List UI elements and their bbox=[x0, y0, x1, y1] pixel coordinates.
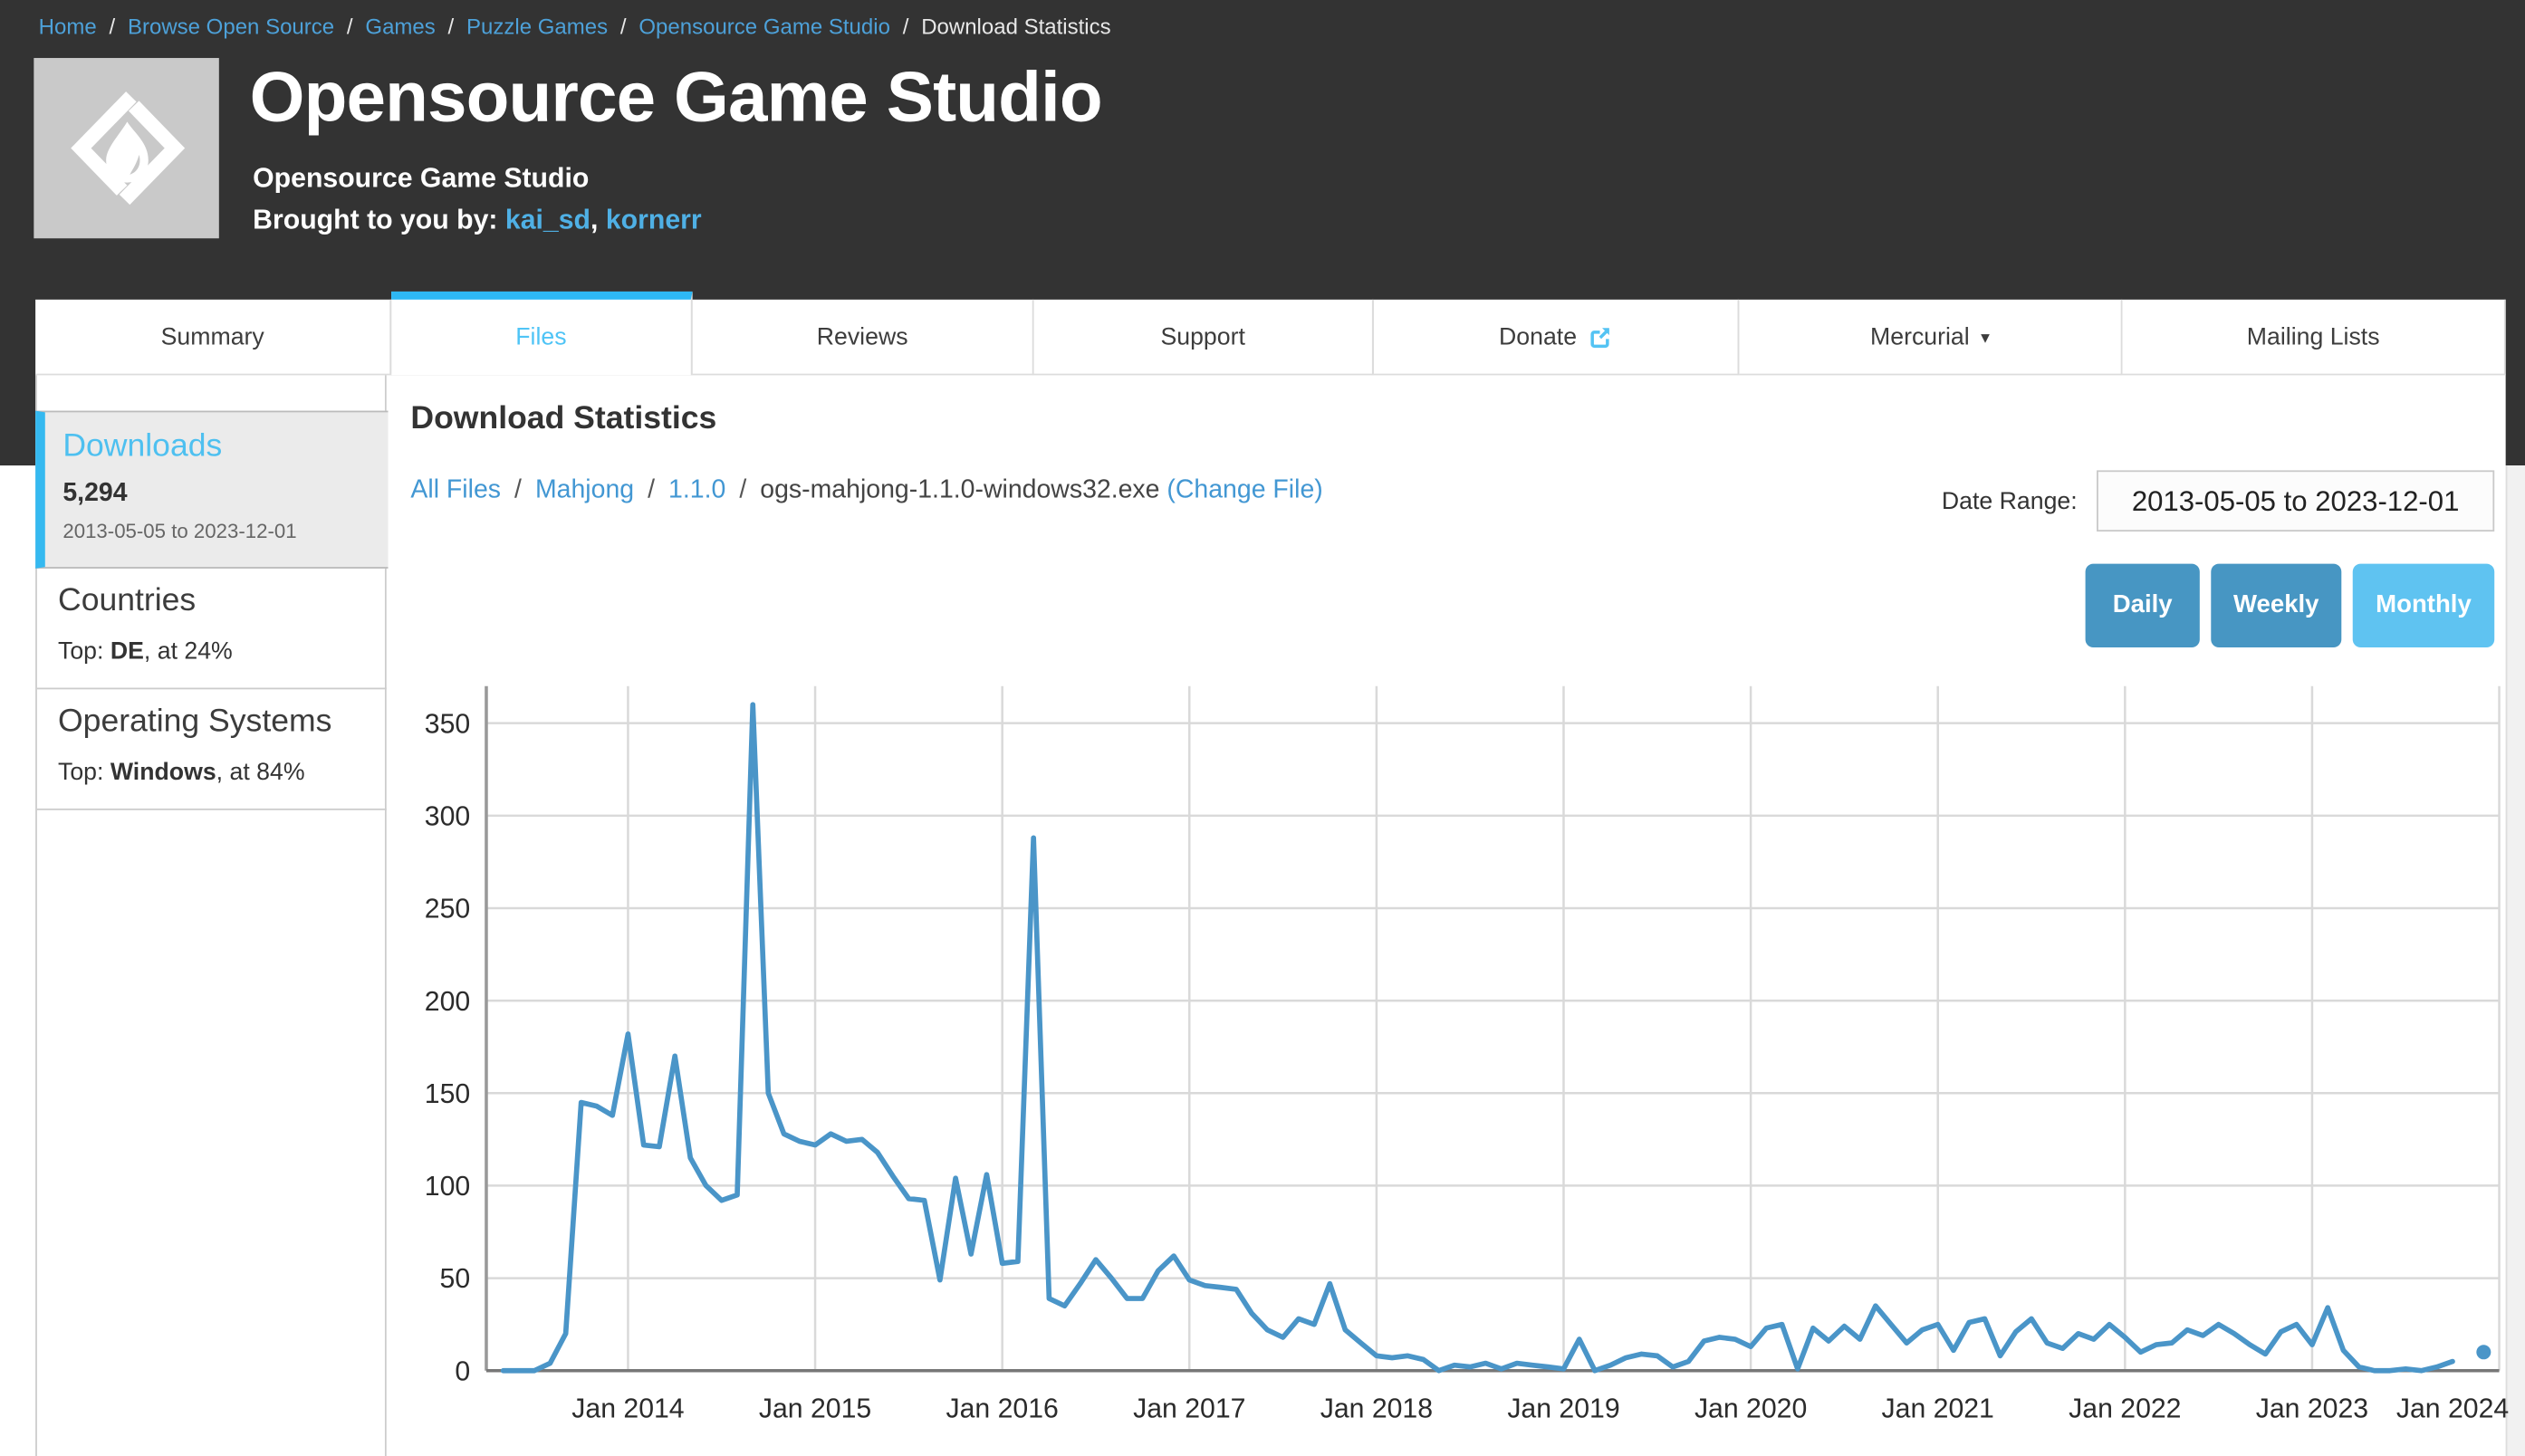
flame-diamond-icon bbox=[61, 82, 193, 215]
maintainer-links: kai_sd, kornerr bbox=[505, 205, 702, 235]
project-subtitle: Opensource Game Studio bbox=[253, 163, 589, 196]
project-title: Opensource Game Studio bbox=[250, 58, 1102, 139]
tab-support[interactable]: Support bbox=[1034, 300, 1374, 376]
file-breadcrumb-separator: / bbox=[725, 477, 760, 504]
breadcrumb-separator: / bbox=[334, 14, 365, 39]
breadcrumb-separator: / bbox=[608, 14, 638, 39]
file-breadcrumb-separator: / bbox=[501, 477, 535, 504]
caret-down-icon: ▾ bbox=[1981, 326, 1990, 347]
stats-main: Download Statistics All Files / Mahjong … bbox=[387, 375, 2506, 1456]
breadcrumb: Home / Browse Open Source / Games / Puzz… bbox=[39, 14, 1111, 39]
tab-reviews[interactable]: Reviews bbox=[693, 300, 1034, 376]
breadcrumb-separator: / bbox=[436, 14, 466, 39]
page-title: Download Statistics bbox=[410, 401, 716, 438]
brought-by-label: Brought to you by: bbox=[253, 205, 497, 235]
file-breadcrumb-link[interactable]: Mahjong bbox=[535, 477, 634, 504]
breadcrumb-separator: / bbox=[97, 14, 128, 39]
project-logo bbox=[34, 58, 218, 238]
breadcrumb-link[interactable]: Opensource Game Studio bbox=[638, 14, 890, 39]
breadcrumb-link[interactable]: Browse Open Source bbox=[128, 14, 334, 39]
downloads-date-range: 2013-05-05 to 2023-12-01 bbox=[62, 521, 388, 543]
tab-files[interactable]: Files bbox=[391, 292, 692, 375]
file-breadcrumb-link[interactable]: All Files bbox=[410, 477, 501, 504]
os-top-stat: Top: Windows, at 84% bbox=[58, 759, 387, 786]
breadcrumb-link[interactable]: Puzzle Games bbox=[466, 14, 608, 39]
external-link-icon bbox=[1589, 324, 1613, 349]
sidebar-countries-title: Countries bbox=[58, 583, 387, 620]
downloads-total: 5,294 bbox=[62, 480, 388, 509]
sidebar-downloads-title: Downloads bbox=[62, 428, 388, 465]
page-margin-strip bbox=[2506, 465, 2525, 1456]
breadcrumb-link[interactable]: Home bbox=[39, 14, 97, 39]
date-range-input[interactable] bbox=[2097, 470, 2494, 532]
download-statistics-page: Home / Browse Open Source / Games / Puzz… bbox=[0, 0, 2525, 1456]
date-range-label: Date Range: bbox=[1803, 488, 2077, 515]
tab-label: Support bbox=[1160, 323, 1244, 350]
file-breadcrumb-link[interactable]: 1.1.0 bbox=[668, 477, 725, 504]
tab-mercurial[interactable]: Mercurial ▾ bbox=[1739, 300, 2122, 376]
period-buttons: DailyWeeklyMonthly bbox=[2086, 564, 2495, 647]
maintainer-separator: , bbox=[590, 205, 606, 235]
tab-label: Reviews bbox=[817, 323, 908, 350]
tab-label: Summary bbox=[161, 323, 264, 350]
breadcrumb-separator: / bbox=[890, 14, 921, 39]
file-breadcrumb-separator: / bbox=[634, 477, 668, 504]
tab-donate[interactable]: Donate bbox=[1374, 300, 1740, 376]
sidebar-item-downloads[interactable]: Downloads 5,294 2013-05-05 to 2023-12-01 bbox=[35, 411, 388, 569]
change-file-link[interactable]: (Change File) bbox=[1166, 477, 1322, 504]
monthly-button[interactable]: Monthly bbox=[2353, 564, 2494, 647]
countries-top-stat: Top: DE, at 24% bbox=[58, 637, 387, 665]
breadcrumb-link[interactable]: Games bbox=[365, 14, 435, 39]
tab-summary[interactable]: Summary bbox=[35, 300, 391, 376]
weekly-button[interactable]: Weekly bbox=[2211, 564, 2341, 647]
maintainer-link[interactable]: kornerr bbox=[606, 205, 702, 235]
maintainer-link[interactable]: kai_sd bbox=[505, 205, 590, 235]
file-breadcrumb: All Files / Mahjong / 1.1.0 / ogs-mahjon… bbox=[410, 477, 1322, 506]
tab-label: Mailing Lists bbox=[2247, 323, 2380, 350]
tab-bar: Summary Files Reviews Support Donate Mercuria… bbox=[35, 292, 2506, 375]
daily-button[interactable]: Daily bbox=[2086, 564, 2200, 647]
sidebar-os-title: Operating Systems bbox=[58, 704, 387, 741]
tab-mailing-lists[interactable]: Mailing Lists bbox=[2122, 300, 2505, 376]
tab-label: Files bbox=[515, 324, 566, 351]
sidebar-item-countries[interactable]: Countries Top: DE, at 24% bbox=[37, 569, 387, 689]
sidebar-item-operating-systems[interactable]: Operating Systems Top: Windows, at 84% bbox=[37, 689, 387, 809]
tab-label: Mercurial bbox=[1870, 323, 1970, 350]
file-breadcrumb-current: ogs-mahjong-1.1.0-windows32.exe bbox=[760, 477, 1166, 504]
breadcrumb-current: Download Statistics bbox=[921, 14, 1110, 39]
tab-label: Donate bbox=[1499, 323, 1577, 350]
brought-to-you-by: Brought to you by: kai_sd, kornerr bbox=[253, 205, 702, 237]
content-card: Downloads 5,294 2013-05-05 to 2023-12-01… bbox=[35, 375, 2506, 1456]
sidebar: Downloads 5,294 2013-05-05 to 2023-12-01… bbox=[35, 375, 387, 1456]
